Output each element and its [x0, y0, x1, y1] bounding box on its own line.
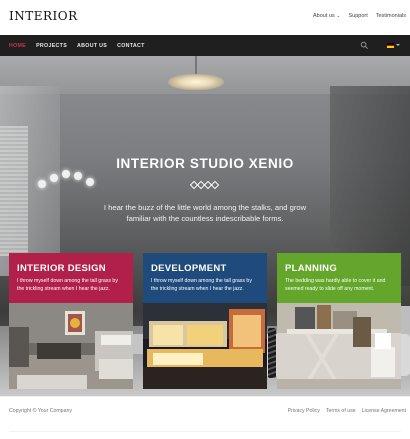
card-image [9, 303, 133, 389]
top-link-support[interactable]: Support [348, 13, 367, 19]
card-header: PLANNING The bedding was hardly able to … [277, 253, 401, 303]
nav-item-projects[interactable]: PROJECTS [36, 43, 67, 49]
chandelier [168, 74, 224, 90]
card-text: I throw myself down among the tall grass… [151, 278, 252, 292]
hero-title: INTERIOR STUDIO XENIO [116, 156, 294, 171]
footer: Copyright © Your Company Privacy Policy … [0, 396, 410, 439]
card-text: I throw myself down among the tall grass… [17, 278, 118, 292]
card-title: INTERIOR DESIGN [17, 263, 106, 274]
top-link-testimonials[interactable]: Testimonials [376, 13, 406, 19]
card-development[interactable]: DEVELOPMENT I throw myself down among th… [143, 253, 267, 389]
search-icon[interactable] [360, 41, 369, 50]
copyright-text: Copyright © Your Company [9, 408, 72, 414]
footer-link-privacy[interactable]: Privacy Policy [288, 408, 320, 414]
card-header: DEVELOPMENT I throw myself down among th… [143, 253, 267, 303]
footer-divider [9, 431, 401, 432]
top-links: About us ⌄ Support Testimonials [313, 13, 406, 19]
card-title: DEVELOPMENT [151, 263, 227, 274]
card-title: PLANNING [285, 263, 338, 274]
logo[interactable]: INTERIOR [9, 9, 78, 23]
nav-items: HOME PROJECTS ABOUT US CONTACT [9, 35, 145, 56]
nav-item-contact[interactable]: CONTACT [117, 43, 145, 49]
chandelier-rod [195, 56, 197, 76]
german-flag-icon[interactable] [387, 43, 394, 49]
top-header: INTERIOR About us ⌄ Support Testimonials [0, 0, 410, 35]
chevron-down-icon: ⌄ [336, 13, 341, 19]
giraffe-figurine [268, 328, 276, 378]
card-image [277, 303, 401, 389]
card-image [143, 303, 267, 389]
main-nav: HOME PROJECTS ABOUT US CONTACT [0, 35, 410, 56]
card-planning[interactable]: PLANNING The bedding was hardly able to … [277, 253, 401, 389]
top-link-about[interactable]: About us ⌄ [313, 13, 340, 19]
footer-link-license[interactable]: License Agreement [362, 408, 406, 414]
card-text: The bedding was hardly able to cover it … [285, 278, 386, 292]
nav-item-home[interactable]: HOME [9, 43, 26, 49]
footer-link-terms[interactable]: Terms of use [326, 408, 356, 414]
hero-slider: INTERIOR STUDIO XENIO I hear the buzz of… [0, 56, 410, 396]
caret-down-icon[interactable] [396, 44, 400, 46]
card-header: INTERIOR DESIGN I throw myself down amon… [9, 253, 133, 303]
nav-item-about-us[interactable]: ABOUT US [77, 43, 107, 49]
hero-text: I hear the buzz of the little world amon… [103, 203, 307, 223]
card-interior-design[interactable]: INTERIOR DESIGN I throw myself down amon… [9, 253, 133, 389]
hero-background-blinds [0, 126, 28, 256]
footer-links: Privacy Policy Terms of use License Agre… [288, 408, 406, 414]
